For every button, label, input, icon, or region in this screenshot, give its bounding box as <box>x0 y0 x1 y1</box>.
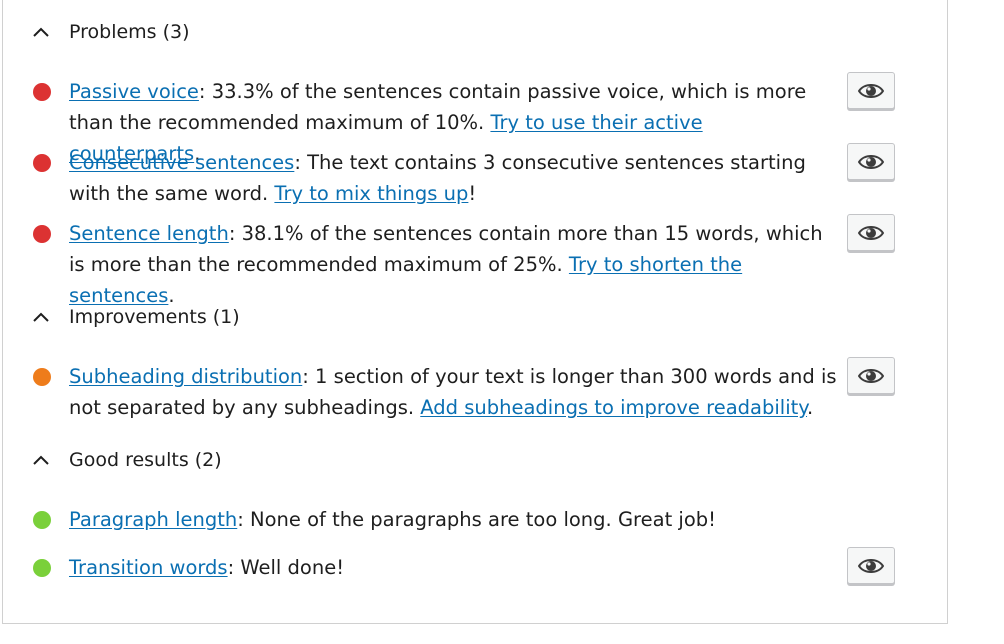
subheading-distribution-link[interactable]: Subheading distribution <box>69 365 302 388</box>
highlight-consecutive-sentences-button[interactable] <box>847 143 895 180</box>
good-bullet-icon <box>33 511 51 529</box>
highlight-passive-voice-button[interactable] <box>847 72 895 109</box>
highlight-transition-words-button[interactable] <box>847 547 895 584</box>
chevron-up-icon <box>31 307 51 327</box>
chevron-up-icon <box>31 22 51 42</box>
readability-analysis-panel: Problems (3) Passive voice: 33.3% of the… <box>2 0 948 624</box>
section-header-good-results[interactable]: Good results (2) <box>31 445 222 475</box>
result-text: Subheading distribution: 1 section of yo… <box>69 365 837 419</box>
eye-icon <box>858 154 884 169</box>
section-title-improvements: Improvements (1) <box>69 306 240 328</box>
good-bullet-icon <box>33 559 51 577</box>
highlight-sentence-length-button[interactable] <box>847 214 895 251</box>
section-title-problems: Problems (3) <box>69 21 190 43</box>
consecutive-sentences-link[interactable]: Consecutive sentences <box>69 151 294 174</box>
problem-bullet-icon <box>33 154 51 172</box>
eye-icon <box>858 225 884 240</box>
problem-bullet-icon <box>33 83 51 101</box>
eye-icon <box>858 368 884 383</box>
result-text: Sentence length: 38.1% of the sentences … <box>69 222 823 307</box>
eye-icon <box>858 83 884 98</box>
consecutive-sentences-cta-link[interactable]: Try to mix things up <box>274 182 468 205</box>
subheading-distribution-cta-link[interactable]: Add subheadings to improve readability <box>420 396 807 419</box>
chevron-up-icon <box>31 450 51 470</box>
result-text: Transition words: Well done! <box>69 556 345 579</box>
section-title-good-results: Good results (2) <box>69 449 222 471</box>
result-text: Paragraph length: None of the paragraphs… <box>69 508 716 531</box>
sentence-length-link[interactable]: Sentence length <box>69 222 229 245</box>
section-header-improvements[interactable]: Improvements (1) <box>31 302 240 332</box>
highlight-subheading-distribution-button[interactable] <box>847 357 895 394</box>
passive-voice-link[interactable]: Passive voice <box>69 80 199 103</box>
paragraph-length-link[interactable]: Paragraph length <box>69 508 237 531</box>
improvement-bullet-icon <box>33 368 51 386</box>
result-text: Consecutive sentences: The text contains… <box>69 151 806 205</box>
eye-icon <box>858 558 884 573</box>
problem-bullet-icon <box>33 225 51 243</box>
section-header-problems[interactable]: Problems (3) <box>31 17 190 47</box>
transition-words-link[interactable]: Transition words <box>69 556 228 579</box>
